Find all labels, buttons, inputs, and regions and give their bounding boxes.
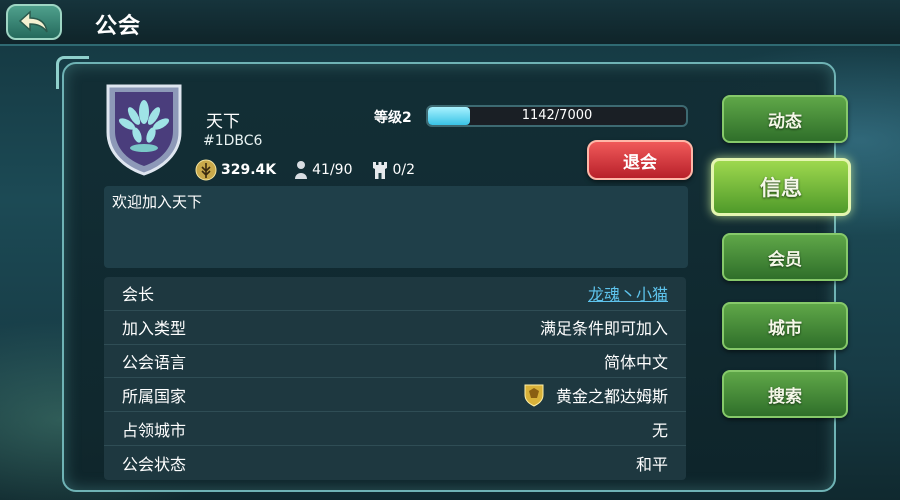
back-arrow-icon	[18, 10, 48, 33]
guild-level: 等级2	[374, 110, 412, 126]
info-value: 和平	[635, 454, 668, 474]
info-label: 公会状态	[122, 454, 187, 474]
tab-activity[interactable]: 动态	[722, 95, 848, 143]
tab-search[interactable]: 搜索	[722, 370, 848, 418]
info-label: 所属国家	[122, 386, 187, 406]
info-label: 占领城市	[122, 420, 187, 440]
tab-cities[interactable]: 城市	[722, 302, 848, 350]
info-label: 加入类型	[122, 319, 187, 339]
info-row-nation: 所属国家 黄金之都达姆斯	[104, 378, 686, 413]
guild-id: #1DBC6	[203, 133, 263, 149]
info-row-leader: 会长 龙魂丶小猫	[104, 277, 686, 311]
power-value: 329.4K	[221, 162, 277, 178]
tab-members[interactable]: 会员	[722, 233, 848, 281]
cities-stat: 0/2	[371, 160, 416, 180]
power-stat: 329.4K	[195, 159, 276, 181]
nation-name: 黄金之都达姆斯	[555, 386, 668, 406]
guild-info-table: 会长 龙魂丶小猫 加入类型 满足条件即可加入 公会语言 简体中文 所属国家 黄金…	[104, 277, 686, 480]
level-progress-text: 1142/7000	[521, 108, 593, 123]
nation-value: 黄金之都达姆斯	[524, 383, 668, 407]
wheat-power-icon	[195, 159, 217, 181]
info-label: 公会语言	[122, 352, 187, 372]
info-row-status: 公会状态 和平	[104, 446, 686, 480]
tab-info[interactable]: 信息	[711, 158, 851, 216]
quit-guild-button[interactable]: 退会	[587, 140, 693, 180]
leader-link[interactable]: 龙魂丶小猫	[588, 281, 668, 305]
members-value: 41/90	[312, 162, 353, 178]
golden-shield-icon	[524, 384, 544, 407]
back-button[interactable]	[6, 4, 62, 40]
guild-name: 天下	[206, 112, 240, 132]
guild-stats: 329.4K 41/90 0/2	[195, 158, 433, 182]
cities-value: 0/2	[392, 162, 416, 178]
info-value: 简体中文	[603, 352, 668, 372]
info-row-join-type: 加入类型 满足条件即可加入	[104, 311, 686, 345]
person-icon	[295, 161, 308, 179]
guild-announcement: 欢迎加入天下	[104, 186, 688, 268]
info-label: 会长	[122, 285, 155, 305]
info-value: 无	[651, 420, 668, 440]
top-bar: 公会	[0, 0, 900, 46]
info-value: 满足条件即可加入	[539, 319, 668, 339]
page-title: 公会	[95, 14, 142, 39]
level-progress-bar: 1142/7000	[426, 105, 688, 127]
guild-emblem-icon	[106, 84, 182, 176]
info-row-language: 公会语言 简体中文	[104, 345, 686, 379]
tower-icon	[372, 162, 387, 179]
members-stat: 41/90	[294, 160, 353, 180]
info-row-occupied-cities: 占领城市 无	[104, 412, 686, 446]
